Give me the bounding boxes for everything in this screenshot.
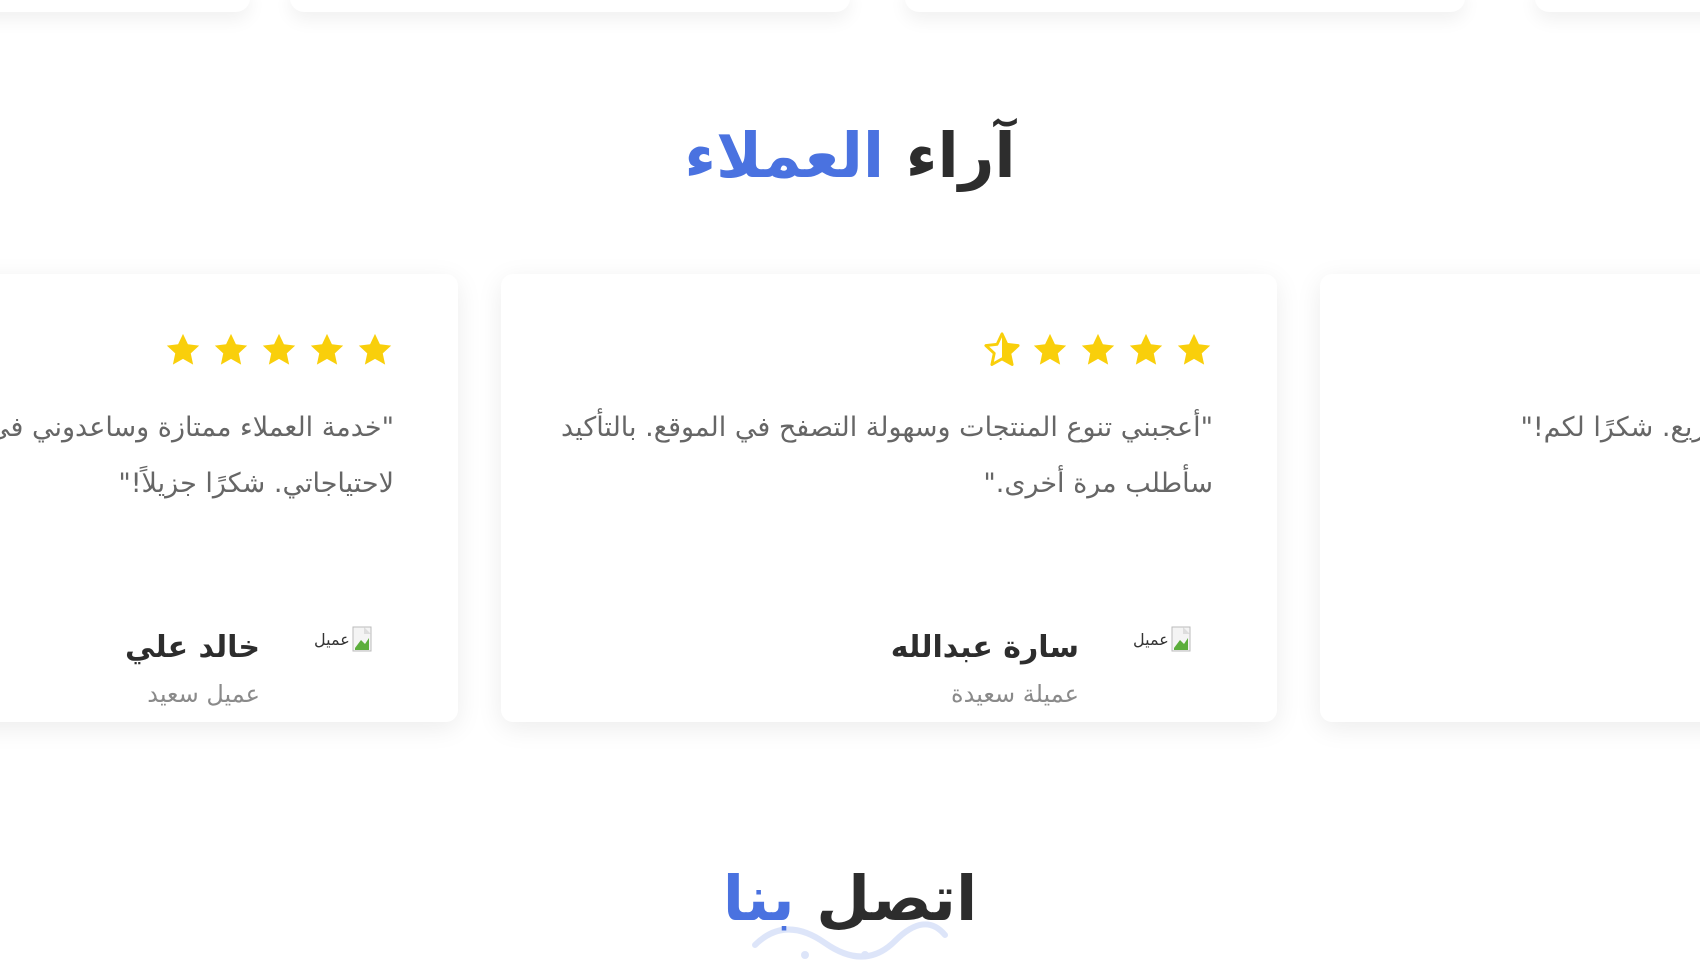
testimonial-author: عميل خالد علي عميل سعيد [0, 620, 394, 722]
star-icon [164, 331, 202, 369]
page: آراء العملاء "خدمة العملاء ممتازة وساعدو… [0, 0, 1700, 970]
testimonial-card: "أعجبني تنوع المنتجات وسهولة التصفح في ا… [501, 274, 1277, 722]
star-icon [212, 331, 250, 369]
avatar: عميل [1133, 620, 1213, 658]
author-role: عميل سعيد [147, 680, 260, 708]
broken-image-icon [1171, 626, 1191, 652]
testimonials-title-accent: العملاء [684, 119, 885, 192]
star-icon [356, 331, 394, 369]
watermark-logo [745, 905, 955, 965]
avatar: عميل [314, 620, 394, 658]
author-name: سارة عبدالله [890, 630, 1079, 665]
rating-stars [0, 330, 394, 370]
testimonials-title: آراء العملاء [0, 125, 1700, 187]
half-star-icon [983, 331, 1021, 369]
testimonials-title-text: آراء [905, 119, 1016, 192]
star-icon [1079, 331, 1117, 369]
rating-stars [553, 330, 1213, 370]
star-icon [260, 331, 298, 369]
star-icon [1031, 331, 1069, 369]
broken-image-icon [352, 626, 372, 652]
previous-section-edge [0, 0, 1700, 30]
star-icon [1127, 331, 1165, 369]
star-icon [1175, 331, 1213, 369]
testimonial-quote: "خدمة العملاء ممتازة وساعدوني في اختيار … [0, 412, 394, 499]
avatar-alt-text: عميل [314, 629, 350, 649]
testimonial-quote: "منتجات ذات جودة عالية وتوصيل سريع. شكرً… [1520, 412, 1700, 443]
testimonial-author: عميل سارة عبدالله عميلة سعيدة [553, 620, 1213, 722]
testimonial-card: "منتجات ذات جودة عالية وتوصيل سريع. شكرً… [1320, 274, 1700, 722]
testimonial-quote: "أعجبني تنوع المنتجات وسهولة التصفح في ا… [561, 412, 1213, 499]
testimonial-card: "خدمة العملاء ممتازة وساعدوني في اختيار … [0, 274, 458, 722]
author-name: خالد علي [124, 630, 260, 665]
avatar-alt-text: عميل [1133, 629, 1169, 649]
author-role: عميلة سعيدة [951, 680, 1079, 708]
star-icon [308, 331, 346, 369]
